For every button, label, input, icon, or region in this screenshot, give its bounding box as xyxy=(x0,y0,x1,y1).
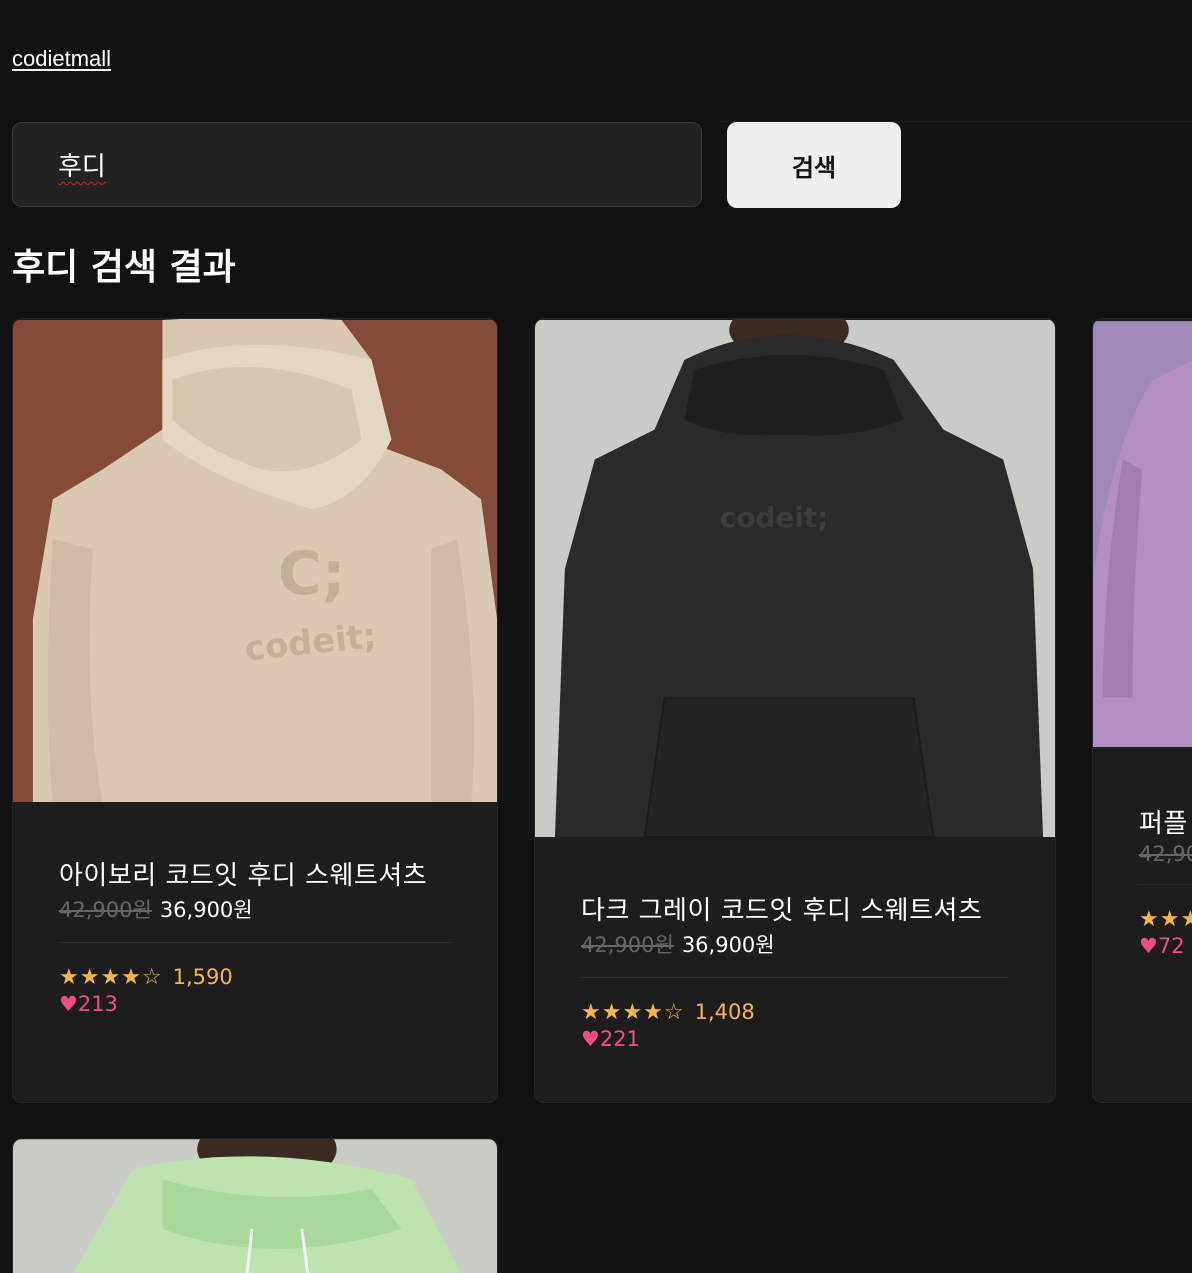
search-input[interactable] xyxy=(12,122,702,207)
heart-icon: ♥ xyxy=(1139,934,1158,958)
sale-price: 36,900원 xyxy=(159,898,253,922)
results-title: 후디 검색 결과 xyxy=(12,247,236,288)
divider xyxy=(1137,884,1192,885)
star-rating-icon: ★★★★☆ xyxy=(581,1000,685,1025)
star-rating-icon: ★★★★☆ xyxy=(59,965,163,990)
light-green-hoodie-photo xyxy=(13,1139,497,1273)
ivory-hoodie-photo: C; codeit; xyxy=(13,319,497,803)
product-card[interactable] xyxy=(12,1138,498,1273)
review-count: 1,590 xyxy=(172,965,233,989)
product-name[interactable]: 아이보리 코드잇 후디 스웨트셔츠 xyxy=(59,855,451,892)
like-count: 72 xyxy=(1157,934,1185,958)
sale-price: 36,900원 xyxy=(681,933,775,957)
star-rating-icon: ★★★ xyxy=(1139,907,1192,932)
heart-icon: ♥ xyxy=(59,992,78,1016)
logo-link[interactable]: codietmall xyxy=(12,46,111,72)
like-count: 213 xyxy=(77,992,118,1016)
product-card[interactable]: C; codeit; 아이보리 코드잇 후디 스웨트셔츠 42,900원 36,9… xyxy=(12,318,498,1103)
divider xyxy=(59,942,451,943)
svg-text:C;: C; xyxy=(278,540,346,609)
svg-text:codeit;: codeit; xyxy=(720,501,829,534)
dark-gray-hoodie-photo: codeit; xyxy=(535,319,1055,838)
product-card[interactable]: codeit; 다크 그레이 코드잇 후디 스웨트셔츠 42,900원 36,90… xyxy=(534,318,1056,1103)
original-price: 42,900원 xyxy=(581,933,674,957)
search-button[interactable]: 검색 xyxy=(727,122,901,208)
product-name[interactable]: 다크 그레이 코드잇 후디 스웨트셔츠 xyxy=(581,890,1009,927)
review-count: 1,408 xyxy=(694,1000,755,1024)
original-price: 42,900원 xyxy=(59,898,152,922)
divider xyxy=(581,977,1009,978)
like-count: 221 xyxy=(599,1027,640,1051)
purple-hoodie-photo xyxy=(1093,321,1192,747)
original-price: 42,900 xyxy=(1139,842,1192,866)
heart-icon: ♥ xyxy=(581,1027,600,1051)
product-name[interactable]: 퍼플 xyxy=(1139,803,1192,840)
product-card[interactable]: 퍼플 42,900 ★★★ ♥72 xyxy=(1092,318,1192,1103)
